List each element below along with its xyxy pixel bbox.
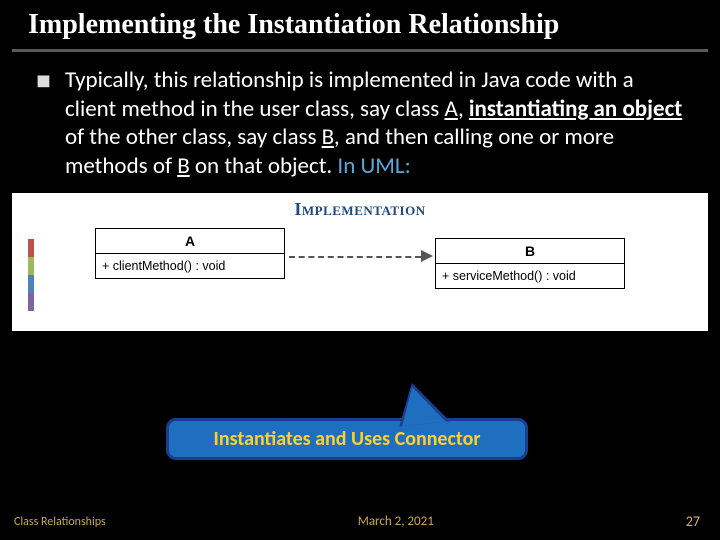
body-area: ◼ Typically, this relationship is implem… [0,52,720,181]
page-number: 27 [686,513,706,530]
uml-connector [285,228,435,284]
uml-class-b-name: B [436,239,624,264]
dashed-arrow-line [289,256,421,258]
class-b-ref: B [177,152,190,180]
uml-class-a-method: + clientMethod() : void [96,254,284,278]
uml-class-b: B + serviceMethod() : void [435,238,625,289]
arrow-head-icon [421,250,433,262]
uml-diagram: Implementation A + clientMethod() : void… [12,193,708,331]
class-b-ref: B [322,123,334,151]
emphasis-instantiating: instantiating an object [469,95,682,123]
bullet-item: ◼ Typically, this relationship is implem… [36,66,690,181]
bullet-text: Typically, this relationship is implemen… [65,66,690,181]
diagram-heading: Implementation [22,199,698,220]
callout-text: Instantiates and Uses Connector [214,427,481,451]
callout-tail [398,384,446,426]
footer-left: Class Relationships [14,515,106,529]
uml-label: In UML: [337,152,410,180]
footer-date: March 2, 2021 [358,514,434,529]
slide: Implementing the Instantiation Relations… [0,0,720,540]
callout-box: Instantiates and Uses Connector [166,418,528,460]
uml-class-a: A + clientMethod() : void [95,228,285,279]
slide-title: Implementing the Instantiation Relations… [0,0,720,47]
text-frag: on that object. [190,152,338,180]
footer: Class Relationships March 2, 2021 27 [14,513,706,530]
text-frag: , [458,95,469,123]
class-a-ref: A [444,95,457,123]
bullet-marker: ◼ [36,66,51,181]
uml-class-a-name: A [96,229,284,254]
uml-class-b-method: + serviceMethod() : void [436,264,624,288]
text-frag: of the other class, say class [65,123,322,151]
uml-row: A + clientMethod() : void B + serviceMet… [22,228,698,289]
